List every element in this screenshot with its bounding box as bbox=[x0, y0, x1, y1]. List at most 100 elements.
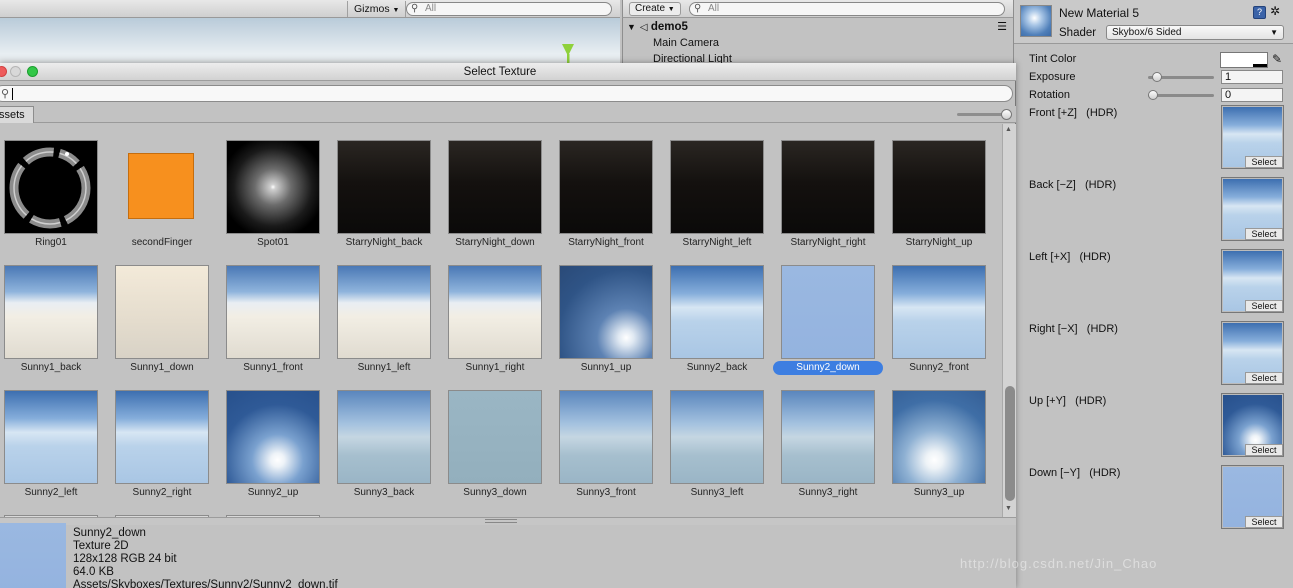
thumbnail-size-slider-track[interactable] bbox=[957, 113, 1007, 116]
texture-thumbnail[interactable] bbox=[670, 265, 764, 359]
texture-grid-scrollbar[interactable]: ▲ ▼ bbox=[1002, 124, 1016, 517]
tint-color-swatch[interactable] bbox=[1220, 52, 1268, 68]
rotation-label: Rotation bbox=[1029, 89, 1070, 101]
texture-thumbnail[interactable] bbox=[892, 265, 986, 359]
texture-thumbnail[interactable] bbox=[670, 390, 764, 484]
texture-item-spot01[interactable]: Spot01 bbox=[222, 124, 332, 249]
rotation-slider-knob[interactable] bbox=[1148, 90, 1158, 100]
texture-thumbnail[interactable] bbox=[559, 390, 653, 484]
texture-thumbnail[interactable] bbox=[670, 140, 764, 234]
texture-thumbnail[interactable] bbox=[337, 390, 431, 484]
scene-view[interactable] bbox=[0, 18, 620, 80]
texture-search-input[interactable]: ⚲ bbox=[0, 85, 1013, 102]
texture-item-starrynight-front[interactable]: StarryNight_front bbox=[555, 124, 665, 249]
texture-name: Sunny3_left bbox=[690, 487, 744, 498]
shader-dropdown[interactable]: Skybox/6 Sided ▼ bbox=[1106, 25, 1284, 40]
texture-item-sunny2-up[interactable]: Sunny2_up bbox=[222, 374, 332, 499]
texture-thumbnail[interactable] bbox=[115, 390, 209, 484]
select-button[interactable]: Select bbox=[1245, 444, 1283, 456]
texture-thumbnail[interactable] bbox=[226, 390, 320, 484]
tab-assets[interactable]: ssets bbox=[0, 106, 34, 123]
select-button[interactable]: Select bbox=[1245, 372, 1283, 384]
exposure-slider-knob[interactable] bbox=[1152, 72, 1163, 82]
create-dropdown[interactable]: Create ▼ bbox=[629, 2, 681, 16]
gizmos-label: Gizmos bbox=[354, 3, 390, 15]
texture-slot-4[interactable]: Select bbox=[1221, 393, 1284, 457]
help-book-icon[interactable]: ? bbox=[1253, 6, 1266, 19]
texture-thumbnail[interactable] bbox=[781, 390, 875, 484]
texture-item-sunny3-up[interactable]: Sunny3_up bbox=[888, 374, 998, 499]
texture-thumbnail[interactable] bbox=[226, 140, 320, 234]
texture-thumbnail[interactable] bbox=[115, 140, 209, 234]
texture-item-sunny1-left[interactable]: Sunny1_left bbox=[333, 249, 443, 374]
hierarchy-search-input[interactable]: ⚲ All bbox=[689, 2, 1005, 16]
texture-thumbnail[interactable] bbox=[781, 140, 875, 234]
texture-item-sunny2-front[interactable]: Sunny2_front bbox=[888, 249, 998, 374]
texture-thumbnail[interactable] bbox=[559, 140, 653, 234]
texture-thumbnail[interactable] bbox=[892, 390, 986, 484]
texture-item-sunny3-down[interactable]: Sunny3_down bbox=[444, 374, 554, 499]
texture-thumbnail[interactable] bbox=[559, 265, 653, 359]
select-button[interactable]: Select bbox=[1245, 516, 1283, 528]
texture-item-sunny2-left[interactable]: Sunny2_left bbox=[0, 374, 110, 499]
scene-search-input[interactable]: ⚲ All bbox=[406, 2, 612, 16]
drag-handle-icon[interactable] bbox=[485, 519, 517, 523]
texture-thumbnail[interactable] bbox=[4, 265, 98, 359]
thumbnail-size-slider-knob[interactable] bbox=[1001, 109, 1012, 120]
texture-item-sunny3-left[interactable]: Sunny3_left bbox=[666, 374, 776, 499]
texture-thumbnail[interactable] bbox=[226, 265, 320, 359]
select-button[interactable]: Select bbox=[1245, 300, 1283, 312]
scrollbar-thumb[interactable] bbox=[1005, 386, 1015, 501]
texture-item-sunny1-front[interactable]: Sunny1_front bbox=[222, 249, 332, 374]
texture-slot-2[interactable]: Select bbox=[1221, 249, 1284, 313]
triangle-down-icon[interactable]: ▼ bbox=[627, 22, 636, 32]
exposure-value-field[interactable]: 1 bbox=[1221, 70, 1283, 84]
rotation-value-field[interactable]: 0 bbox=[1221, 88, 1283, 102]
texture-thumbnail[interactable] bbox=[448, 390, 542, 484]
hierarchy-item-main-camera[interactable]: Main Camera bbox=[653, 36, 719, 50]
texture-thumbnail[interactable] bbox=[448, 140, 542, 234]
texture-item-ring01[interactable]: Ring01 bbox=[0, 124, 110, 249]
texture-item-starrynight-left[interactable]: StarryNight_left bbox=[666, 124, 776, 249]
gizmos-dropdown[interactable]: Gizmos ▼ bbox=[347, 1, 407, 17]
texture-thumbnail[interactable] bbox=[781, 265, 875, 359]
texture-name: Sunny1_left bbox=[357, 362, 411, 373]
texture-item-sunny1-back[interactable]: Sunny1_back bbox=[0, 249, 110, 374]
window-titlebar[interactable]: Select Texture bbox=[0, 63, 1016, 81]
texture-slot-3[interactable]: Select bbox=[1221, 321, 1284, 385]
texture-thumbnail[interactable] bbox=[115, 265, 209, 359]
hierarchy-scene-row[interactable]: ▼ ◁ demo5 bbox=[627, 20, 688, 35]
texture-slot-1[interactable]: Select bbox=[1221, 177, 1284, 241]
texture-item-secondfinger[interactable]: secondFinger bbox=[111, 124, 221, 249]
texture-thumbnail[interactable] bbox=[448, 265, 542, 359]
texture-thumbnail[interactable] bbox=[337, 265, 431, 359]
texture-item-sunny1-down[interactable]: Sunny1_down bbox=[111, 249, 221, 374]
texture-item-sunny3-right[interactable]: Sunny3_right bbox=[777, 374, 887, 499]
scroll-down-icon[interactable]: ▼ bbox=[1005, 505, 1012, 512]
scroll-up-icon[interactable]: ▲ bbox=[1005, 126, 1012, 133]
texture-item-sunny2-back[interactable]: Sunny2_back bbox=[666, 249, 776, 374]
texture-slot-label: Down [−Y] (HDR) bbox=[1029, 466, 1120, 480]
texture-slot-0[interactable]: Select bbox=[1221, 105, 1284, 169]
texture-thumbnail[interactable] bbox=[892, 140, 986, 234]
texture-item-sunny2-down[interactable]: Sunny2_down bbox=[773, 249, 887, 375]
texture-item-sunny3-front[interactable]: Sunny3_front bbox=[555, 374, 665, 499]
texture-item-starrynight-up[interactable]: StarryNight_up bbox=[888, 124, 998, 249]
preview-splitter[interactable] bbox=[0, 517, 1016, 525]
gear-icon[interactable]: ✲ bbox=[1270, 4, 1280, 18]
texture-slot-5[interactable]: Select bbox=[1221, 465, 1284, 529]
select-button[interactable]: Select bbox=[1245, 228, 1283, 240]
texture-item-starrynight-down[interactable]: StarryNight_down bbox=[444, 124, 554, 249]
texture-thumbnail[interactable] bbox=[4, 140, 98, 234]
texture-thumbnail[interactable] bbox=[4, 390, 98, 484]
texture-item-starrynight-back[interactable]: StarryNight_back bbox=[333, 124, 443, 249]
texture-item-sunny1-right[interactable]: Sunny1_right bbox=[444, 249, 554, 374]
texture-item-sunny1-up[interactable]: Sunny1_up bbox=[555, 249, 665, 374]
hierarchy-menu-icon[interactable]: ☰ bbox=[997, 20, 1007, 33]
select-button[interactable]: Select bbox=[1245, 156, 1283, 168]
eyedropper-icon[interactable]: ✎ bbox=[1272, 52, 1282, 66]
texture-item-starrynight-right[interactable]: StarryNight_right bbox=[777, 124, 887, 249]
texture-item-sunny2-right[interactable]: Sunny2_right bbox=[111, 374, 221, 499]
texture-thumbnail[interactable] bbox=[337, 140, 431, 234]
texture-item-sunny3-back[interactable]: Sunny3_back bbox=[333, 374, 443, 499]
